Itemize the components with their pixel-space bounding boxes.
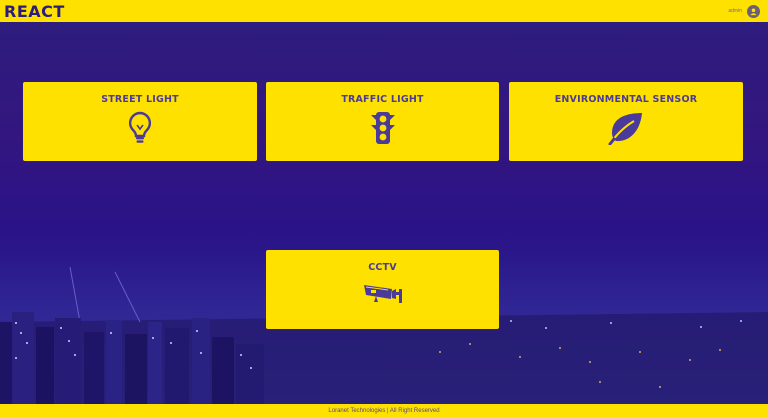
city-background (0, 22, 768, 404)
leaf-icon (606, 111, 646, 150)
user-menu[interactable]: admin (728, 4, 760, 18)
app-logo[interactable]: REACT (4, 2, 65, 21)
user-name[interactable]: admin (728, 8, 742, 14)
card-cctv[interactable]: CCTV (266, 250, 499, 329)
card-title: ENVIRONMENTAL SENSOR (554, 94, 698, 105)
card-environmental-sensor[interactable]: ENVIRONMENTAL SENSOR (509, 82, 743, 161)
cctv-camera-icon (362, 279, 404, 314)
card-title: CCTV (368, 262, 397, 273)
footer-text: Loranet Technologies | All Right Reserve… (328, 407, 440, 414)
card-traffic-light[interactable]: TRAFFIC LIGHT (266, 82, 499, 161)
city-skyline-image (0, 252, 768, 404)
light-bulb-icon (127, 111, 153, 150)
user-avatar-icon[interactable] (747, 4, 760, 18)
traffic-light-icon (369, 111, 397, 150)
card-title: STREET LIGHT (101, 94, 179, 105)
footer: Loranet Technologies | All Right Reserve… (0, 404, 768, 417)
card-title: TRAFFIC LIGHT (341, 94, 424, 105)
card-street-light[interactable]: STREET LIGHT (23, 82, 257, 161)
top-bar: REACT admin (0, 0, 768, 22)
